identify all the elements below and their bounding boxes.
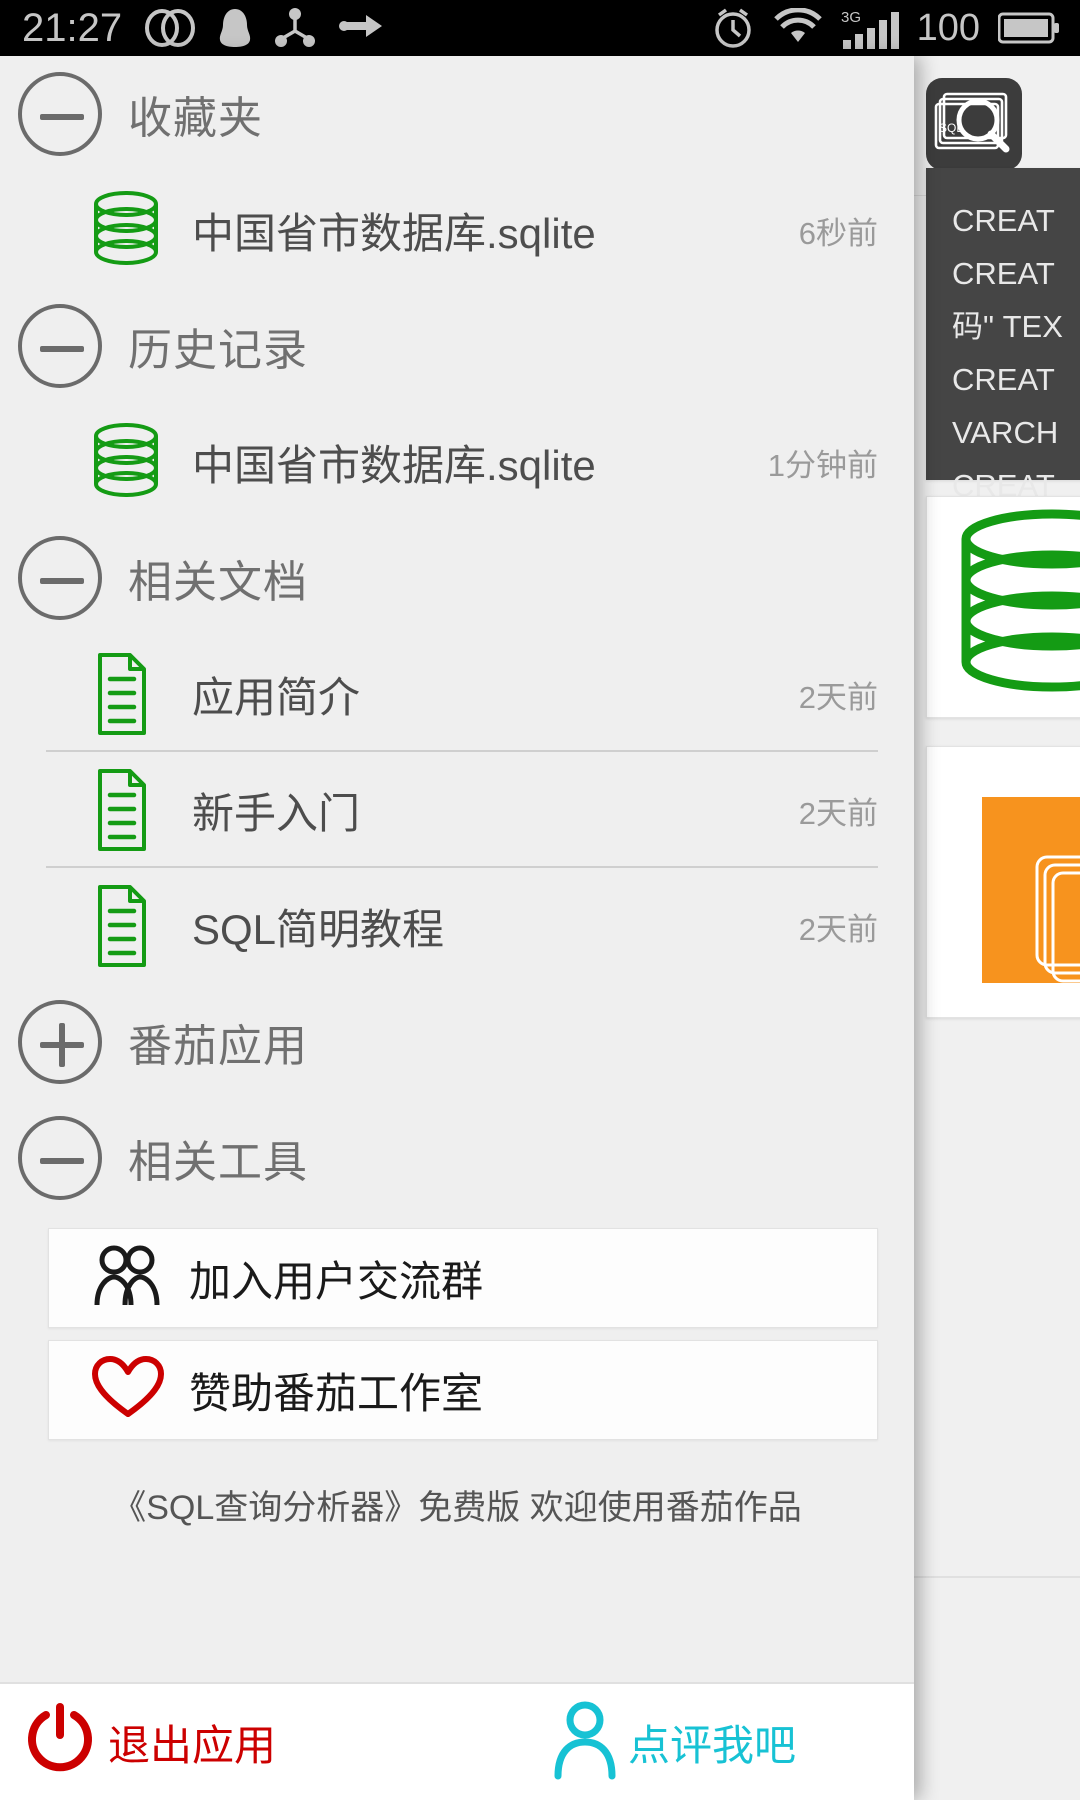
join-user-group-label: 加入用户交流群 bbox=[189, 1257, 484, 1305]
sql-line: 码" TEX bbox=[952, 309, 1063, 344]
drawer-scroll-area[interactable]: 收藏夹 中国省市数据库.sqlite 6秒前 历史记录 中国省市数据库.sqli… bbox=[0, 56, 914, 1680]
promo-text: 《SQL查询分析器》免费版 欢迎使用番茄作品 bbox=[112, 1489, 802, 1527]
rate-app-label: 点评我吧 bbox=[627, 1721, 796, 1769]
main-activity-behind-panel[interactable]: SQL CREAT CREAT 码" TEX CREAT VARCH CREAT bbox=[914, 56, 1080, 1800]
group-title: 相关工具 bbox=[128, 1138, 308, 1187]
group-header-history[interactable]: 历史记录 bbox=[0, 288, 914, 404]
list-item-label: 应用简介 bbox=[192, 673, 361, 721]
sql-magnifier-icon[interactable]: SQL bbox=[926, 78, 1022, 170]
status-right-icons: 3G 100 bbox=[711, 6, 1060, 50]
list-item-label: 新手入门 bbox=[192, 789, 361, 837]
drawer-bottom-bar: 退出应用 点评我吧 bbox=[0, 1682, 914, 1800]
list-item[interactable]: SQL简明教程 2天前 bbox=[0, 868, 914, 984]
join-user-group-button[interactable]: 加入用户交流群 bbox=[48, 1228, 878, 1328]
list-item-time: 2天前 bbox=[798, 911, 878, 947]
database-cylinder-graphic bbox=[927, 509, 1080, 723]
navigation-drawer: 收藏夹 中国省市数据库.sqlite 6秒前 历史记录 中国省市数据库.sqli… bbox=[0, 56, 914, 1800]
group-header-tomato-apps[interactable]: 番茄应用 bbox=[0, 984, 914, 1100]
person-icon bbox=[552, 1700, 618, 1785]
group-header-favorites[interactable]: 收藏夹 bbox=[0, 56, 914, 172]
sponsor-studio-button[interactable]: 赞助番茄工作室 bbox=[48, 1340, 878, 1440]
collapse-minus-icon[interactable] bbox=[18, 536, 102, 620]
group-header-documents[interactable]: 相关文档 bbox=[0, 520, 914, 636]
group-title: 收藏夹 bbox=[128, 94, 263, 143]
database-graphic-card[interactable] bbox=[926, 496, 1080, 718]
rate-app-button[interactable]: 点评我吧 bbox=[552, 1684, 796, 1800]
list-item-time: 2天前 bbox=[798, 795, 878, 831]
usb-transfer-icon bbox=[338, 10, 386, 46]
document-icon bbox=[86, 767, 170, 853]
qq-penguin-icon bbox=[218, 7, 252, 49]
heart-icon bbox=[91, 1355, 165, 1426]
sql-line: CREAT bbox=[952, 256, 1055, 291]
share-node-icon bbox=[274, 7, 316, 49]
power-icon bbox=[22, 1701, 98, 1784]
list-item[interactable]: 应用简介 2天前 bbox=[0, 636, 914, 752]
sql-line: CREAT bbox=[952, 362, 1055, 397]
list-item-label: 中国省市数据库.sqlite bbox=[192, 441, 596, 489]
group-title: 历史记录 bbox=[128, 326, 308, 375]
battery-icon bbox=[998, 10, 1060, 46]
exit-app-button[interactable]: 退出应用 bbox=[22, 1684, 276, 1800]
expand-plus-icon[interactable] bbox=[18, 1000, 102, 1084]
sql-line: VARCH bbox=[952, 415, 1059, 450]
battery-percent-label: 100 bbox=[916, 6, 980, 49]
list-item-time: 1分钟前 bbox=[767, 447, 878, 483]
document-icon bbox=[86, 883, 170, 969]
sql-line: CREAT bbox=[952, 203, 1055, 238]
svg-text:3G: 3G bbox=[841, 9, 861, 26]
list-item-time: 2天前 bbox=[798, 679, 878, 715]
status-clock: 21:27 bbox=[22, 5, 123, 50]
dual-circle-icon bbox=[144, 8, 196, 48]
exit-app-label: 退出应用 bbox=[108, 1721, 277, 1769]
screen-root: 21:27 3G 100 SQL CREAT CREAT 码" TEX CREA… bbox=[0, 0, 1080, 1800]
orange-graphic-card[interactable] bbox=[926, 746, 1080, 1018]
group-title: 相关文档 bbox=[128, 558, 308, 607]
sql-script-lines: CREAT CREAT 码" TEX CREAT VARCH CREAT bbox=[926, 168, 1080, 512]
document-icon bbox=[86, 651, 170, 737]
list-item[interactable]: 中国省市数据库.sqlite 1分钟前 bbox=[0, 404, 914, 520]
list-item-label: SQL简明教程 bbox=[192, 905, 445, 953]
app-icon-text: SQL bbox=[939, 121, 963, 135]
group-title: 番茄应用 bbox=[128, 1022, 308, 1071]
orange-cards-graphic bbox=[927, 797, 1080, 1023]
two-people-icon bbox=[91, 1243, 165, 1314]
group-header-tools[interactable]: 相关工具 bbox=[0, 1100, 914, 1216]
database-icon bbox=[86, 187, 170, 273]
sponsor-studio-label: 赞助番茄工作室 bbox=[189, 1369, 484, 1417]
list-item[interactable]: 新手入门 2天前 bbox=[0, 752, 914, 868]
wifi-icon bbox=[773, 8, 823, 48]
collapse-minus-icon[interactable] bbox=[18, 1116, 102, 1200]
signal-bars-icon: 3G bbox=[841, 6, 899, 50]
collapse-minus-icon[interactable] bbox=[18, 72, 102, 156]
list-item-time: 6秒前 bbox=[798, 215, 878, 251]
sql-script-card[interactable]: CREAT CREAT 码" TEX CREAT VARCH CREAT bbox=[926, 168, 1080, 503]
list-item-label: 中国省市数据库.sqlite bbox=[192, 209, 596, 257]
behind-footer-divider bbox=[914, 1576, 1080, 1578]
status-left-icons bbox=[144, 7, 386, 49]
database-icon bbox=[86, 419, 170, 505]
alarm-clock-icon bbox=[711, 6, 755, 50]
list-item[interactable]: 中国省市数据库.sqlite 6秒前 bbox=[0, 172, 914, 288]
status-bar: 21:27 3G 100 bbox=[0, 0, 1080, 56]
collapse-minus-icon[interactable] bbox=[18, 304, 102, 388]
